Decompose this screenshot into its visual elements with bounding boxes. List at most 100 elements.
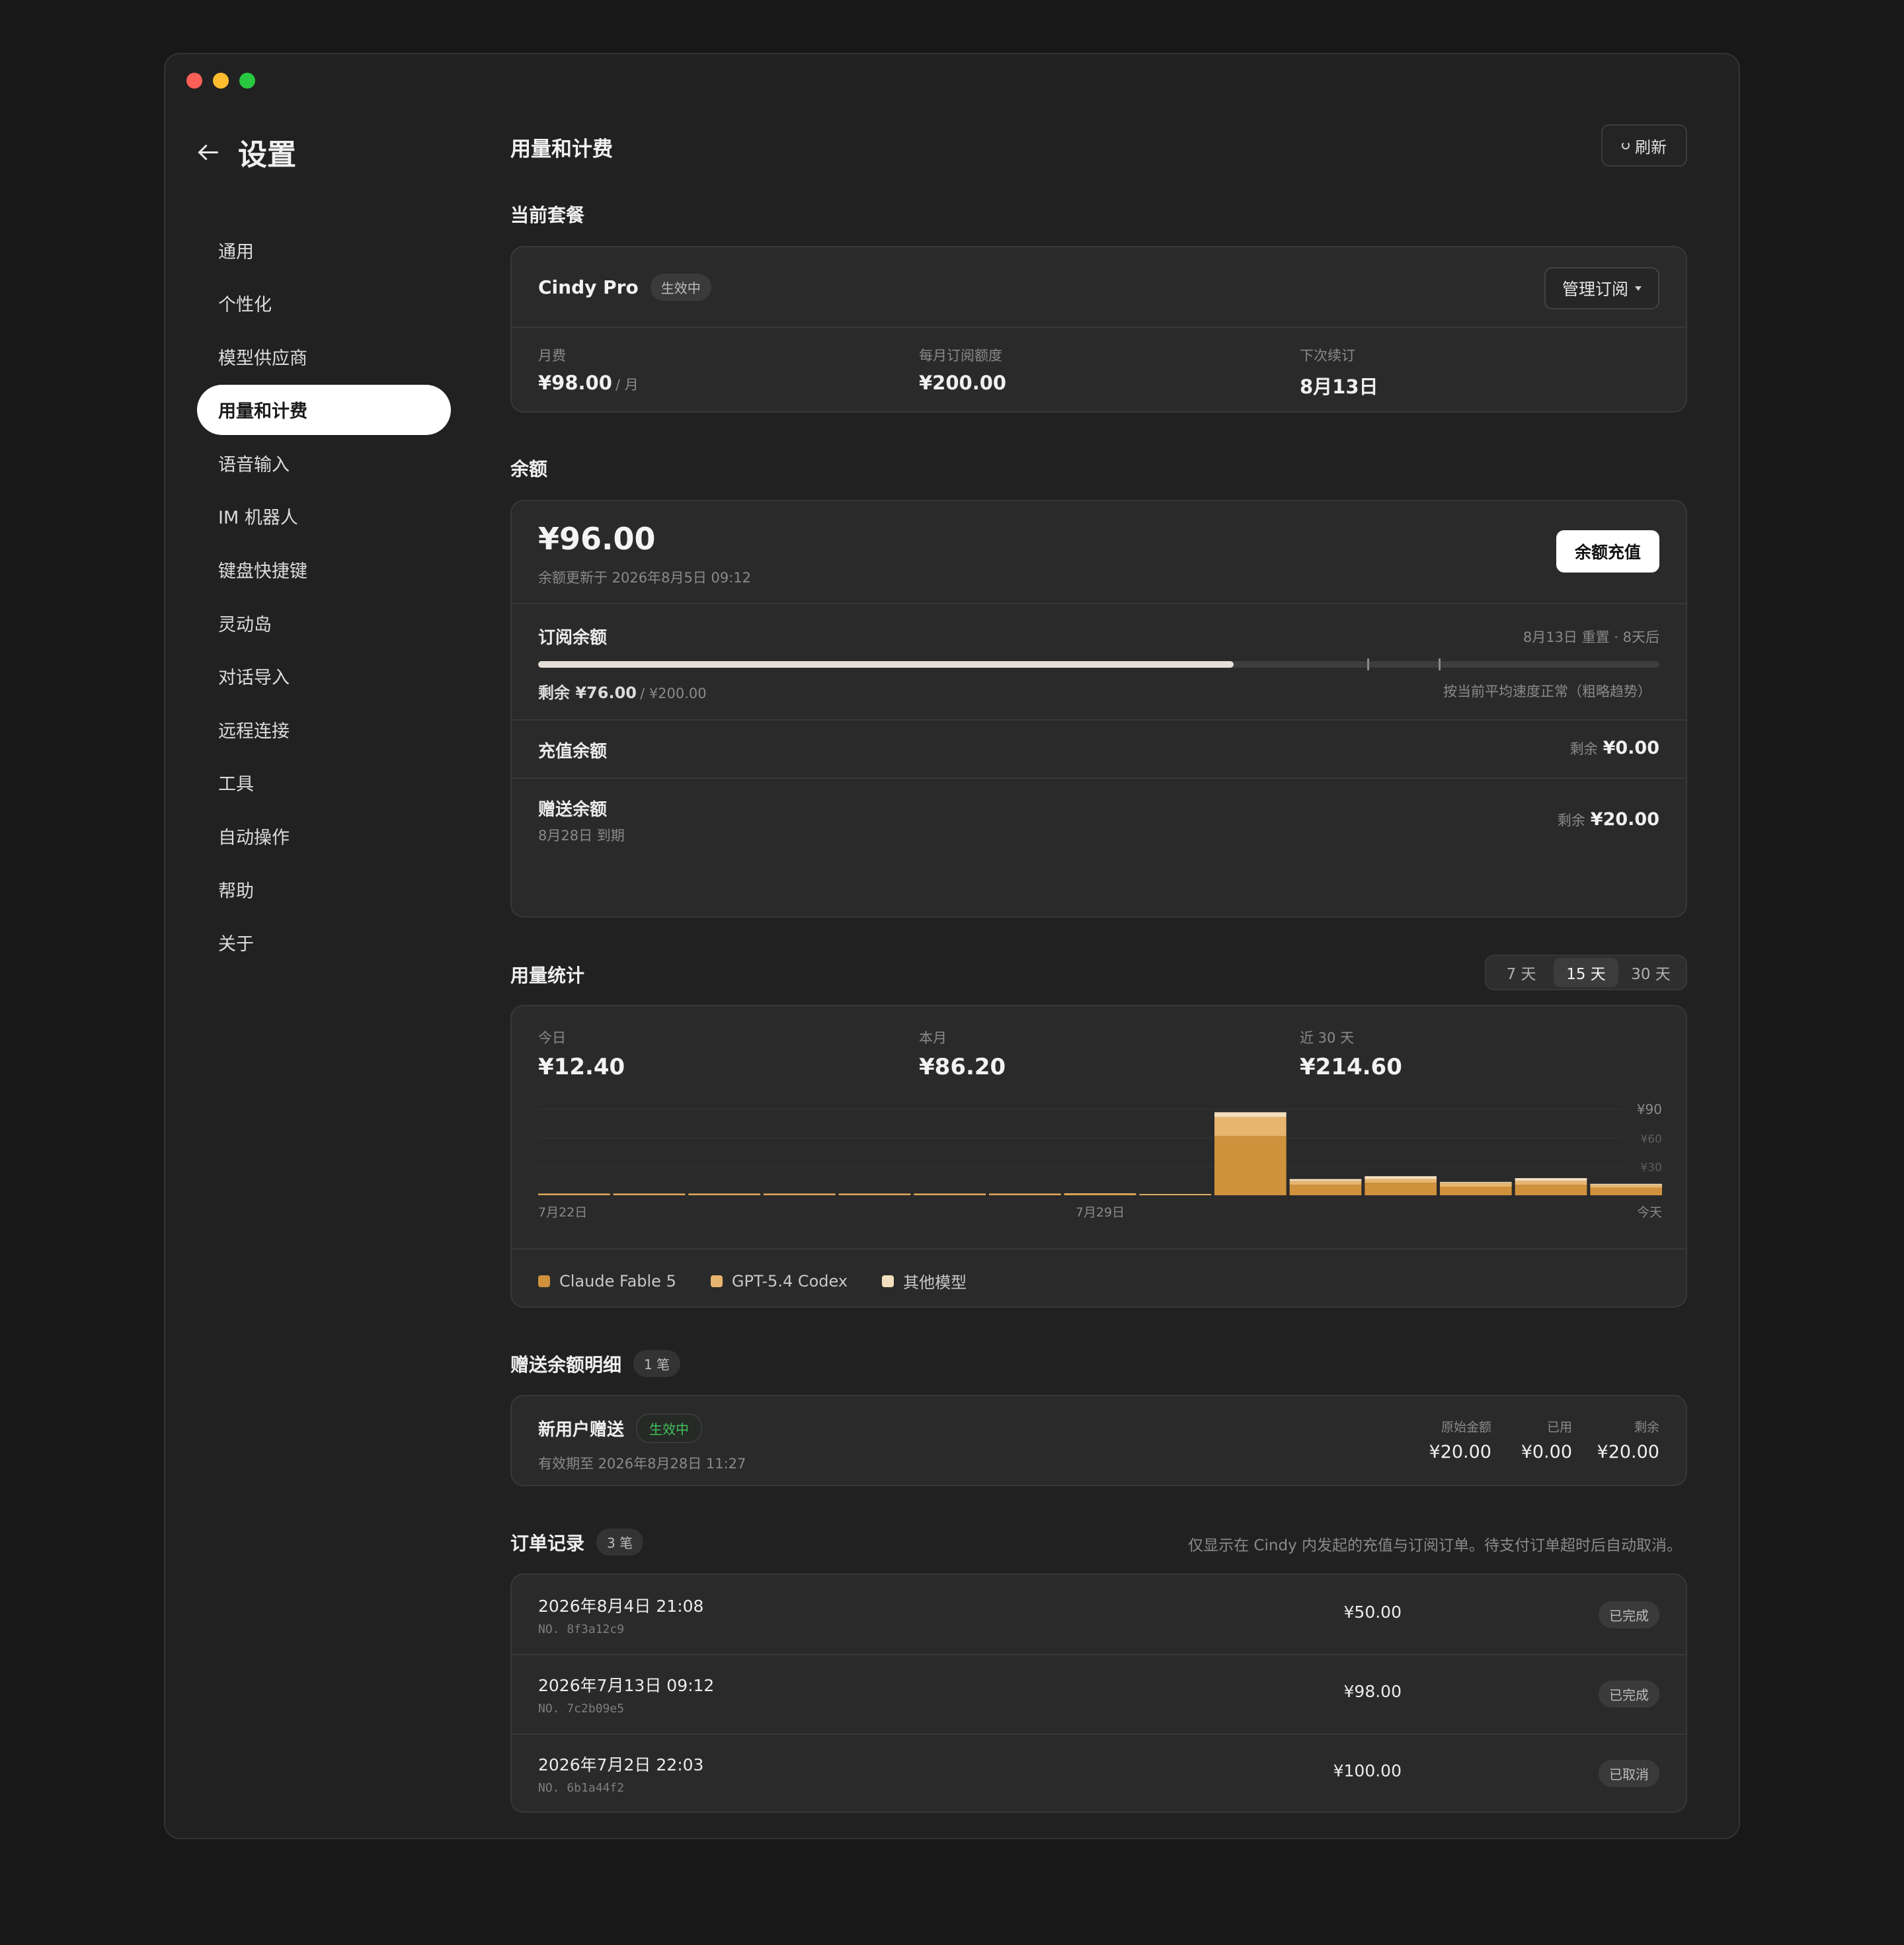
gift-remaining-prefix: 剩余 bbox=[1557, 813, 1585, 828]
chart-bar-segment[interactable] bbox=[1590, 1187, 1662, 1195]
balance-section-label: 余额 bbox=[510, 458, 548, 480]
topup-remaining-value: ¥0.00 bbox=[1603, 738, 1659, 758]
gift-detail-card: 新用户赠送 生效中 有效期至 2026年8月28日 11:27 原始金额 ¥20… bbox=[510, 1395, 1687, 1486]
legend-swatch bbox=[710, 1275, 723, 1287]
gift-remaining-label: 剩余 bbox=[1634, 1420, 1659, 1435]
plan-name: Cindy Pro bbox=[538, 276, 639, 298]
sidebar-item-keyboard-shortcuts[interactable]: 键盘快捷键 bbox=[197, 545, 451, 595]
gift-remaining-value: ¥20.00 bbox=[1590, 809, 1659, 830]
refresh-icon bbox=[1622, 141, 1630, 149]
progress-marker bbox=[1439, 658, 1441, 670]
range-7-days[interactable]: 7 天 bbox=[1489, 958, 1554, 987]
x-tick-label: 7月29日 bbox=[1076, 1205, 1125, 1220]
settings-window: 设置 通用 个性化 模型供应商 用量和计费 语音输入 IM 机器人 键盘快捷键 … bbox=[164, 53, 1740, 1839]
chart-bar-segment[interactable] bbox=[764, 1193, 836, 1195]
range-30-days[interactable]: 30 天 bbox=[1618, 958, 1683, 987]
range-selector: 7 天 15 天 30 天 bbox=[1485, 955, 1687, 990]
manage-subscription-button[interactable]: 管理订阅 bbox=[1544, 267, 1659, 309]
chart-bar-segment[interactable] bbox=[1064, 1193, 1136, 1195]
chart-bar-segment[interactable] bbox=[1440, 1187, 1512, 1195]
sidebar-item-usage-billing[interactable]: 用量和计费 bbox=[197, 384, 451, 435]
order-row[interactable]: 2026年8月4日 21:08 NO. 8f3a12c9 ¥50.00 已完成 bbox=[512, 1575, 1686, 1654]
legend-item-gpt: GPT-5.4 Codex bbox=[710, 1269, 848, 1292]
plan-status-badge: 生效中 bbox=[650, 274, 711, 301]
gift-expiry: 8月28日 到期 bbox=[538, 828, 625, 844]
topup-balance-label: 充值余额 bbox=[538, 742, 608, 762]
chart-bar-segment[interactable] bbox=[1214, 1112, 1287, 1117]
sidebar-item-dynamic-island[interactable]: 灵动岛 bbox=[197, 598, 451, 648]
order-status-badge: 已完成 bbox=[1599, 1601, 1659, 1628]
sidebar-item-model-providers[interactable]: 模型供应商 bbox=[197, 331, 451, 381]
sidebar-item-about[interactable]: 关于 bbox=[197, 918, 451, 968]
sidebar-item-help[interactable]: 帮助 bbox=[197, 864, 451, 914]
subscription-balance-label: 订阅余额 bbox=[538, 628, 608, 648]
chart-bar-segment[interactable] bbox=[1365, 1179, 1437, 1183]
chart-bar-segment[interactable] bbox=[1289, 1179, 1362, 1181]
sidebar-item-general[interactable]: 通用 bbox=[197, 225, 451, 275]
chart-bar-segment[interactable] bbox=[1515, 1178, 1587, 1181]
chart-bar-segment[interactable] bbox=[613, 1193, 686, 1195]
chart-bar-segment[interactable] bbox=[838, 1193, 911, 1195]
chart-bar-segment[interactable] bbox=[1214, 1117, 1287, 1136]
refresh-button[interactable]: 刷新 bbox=[1601, 124, 1687, 167]
gift-detail-section-label: 赠送余额明细 bbox=[510, 1353, 622, 1376]
sidebar-item-chat-import[interactable]: 对话导入 bbox=[197, 651, 451, 701]
chevron-down-icon bbox=[1635, 286, 1642, 291]
chart-bar-segment[interactable] bbox=[1440, 1181, 1512, 1183]
order-row[interactable]: 2026年7月13日 09:12 NO. 7c2b09e5 ¥98.00 已完成 bbox=[512, 1654, 1686, 1733]
gift-name: 新用户赠送 bbox=[538, 1420, 625, 1440]
monthly-fee-unit: / 月 bbox=[615, 377, 639, 393]
last-30-days-value: ¥214.60 bbox=[1300, 1054, 1402, 1080]
subscription-progress-fill bbox=[538, 661, 1234, 668]
chart-bar-segment[interactable] bbox=[989, 1193, 1061, 1195]
topup-button[interactable]: 余额充值 bbox=[1556, 530, 1659, 573]
chart-bar-segment[interactable] bbox=[1289, 1185, 1362, 1195]
chart-bar-segment[interactable] bbox=[1440, 1183, 1512, 1187]
usage-card: 今日 ¥12.40 本月 ¥86.20 近 30 天 ¥214.60 ¥90 ¥6… bbox=[510, 1005, 1687, 1308]
chart-bar-segment[interactable] bbox=[538, 1193, 610, 1195]
chart-bar-segment[interactable] bbox=[1590, 1183, 1662, 1185]
chart-bar-segment[interactable] bbox=[914, 1193, 986, 1195]
today-label: 今日 bbox=[538, 1030, 566, 1046]
usage-bar-chart: ¥90 ¥60 ¥30 7月22日 7月29日 今天 bbox=[538, 1101, 1662, 1220]
x-tick-label: 今天 bbox=[1637, 1205, 1662, 1220]
chart-bar-segment[interactable] bbox=[688, 1193, 760, 1195]
sidebar-item-personalization[interactable]: 个性化 bbox=[197, 278, 451, 329]
chart-bar-segment[interactable] bbox=[1289, 1181, 1362, 1185]
plan-section-title: 当前套餐 bbox=[510, 201, 584, 227]
usage-section-label: 用量统计 bbox=[510, 965, 585, 986]
order-number: NO. 6b1a44f2 bbox=[538, 1781, 625, 1795]
manage-subscription-label: 管理订阅 bbox=[1562, 280, 1628, 299]
last-30-days-label: 近 30 天 bbox=[1300, 1030, 1355, 1046]
chart-bar-segment[interactable] bbox=[1590, 1185, 1662, 1188]
sidebar-item-remote-connection[interactable]: 远程连接 bbox=[197, 704, 451, 754]
sidebar-item-im-bot[interactable]: IM 机器人 bbox=[197, 491, 451, 541]
sidebar-title: 设置 bbox=[238, 138, 296, 172]
plan-section-label: 当前套餐 bbox=[510, 204, 585, 226]
order-amount: ¥50.00 bbox=[1343, 1603, 1402, 1622]
chart-bar-segment[interactable] bbox=[1515, 1185, 1587, 1195]
back-arrow-icon[interactable] bbox=[197, 140, 221, 164]
gift-used-value: ¥0.00 bbox=[1521, 1442, 1572, 1462]
legend-swatch bbox=[882, 1275, 894, 1287]
order-row[interactable]: 2026年7月2日 22:03 NO. 6b1a44f2 ¥100.00 已取消 bbox=[512, 1733, 1686, 1811]
page-title: 用量和计费 bbox=[510, 138, 613, 161]
range-15-days[interactable]: 15 天 bbox=[1554, 958, 1618, 987]
order-date: 2026年7月13日 09:12 bbox=[538, 1676, 715, 1695]
order-number: NO. 7c2b09e5 bbox=[538, 1702, 625, 1716]
subscription-reset-note: 8月13日 重置 · 8天后 bbox=[1523, 629, 1659, 645]
chart-bar-segment[interactable] bbox=[1365, 1183, 1437, 1195]
chart-bar-segment[interactable] bbox=[1365, 1176, 1437, 1179]
orders-section-label: 订单记录 bbox=[510, 1532, 585, 1554]
refresh-label: 刷新 bbox=[1635, 138, 1667, 157]
chart-bar-segment[interactable] bbox=[1139, 1193, 1211, 1195]
usage-section-title: 用量统计 bbox=[510, 961, 584, 988]
plan-card: Cindy Pro 生效中 管理订阅 月费 ¥98.00 / 月 每月订阅额度 … bbox=[510, 246, 1687, 413]
sidebar: 设置 通用 个性化 模型供应商 用量和计费 语音输入 IM 机器人 键盘快捷键 … bbox=[165, 54, 456, 1838]
sidebar-item-automation[interactable]: 自动操作 bbox=[197, 811, 451, 861]
order-date: 2026年7月2日 22:03 bbox=[538, 1755, 704, 1774]
chart-bar-segment[interactable] bbox=[1515, 1181, 1587, 1185]
chart-bar-segment[interactable] bbox=[1214, 1136, 1287, 1195]
sidebar-item-tools[interactable]: 工具 bbox=[197, 758, 451, 808]
sidebar-item-voice-input[interactable]: 语音输入 bbox=[197, 438, 451, 488]
